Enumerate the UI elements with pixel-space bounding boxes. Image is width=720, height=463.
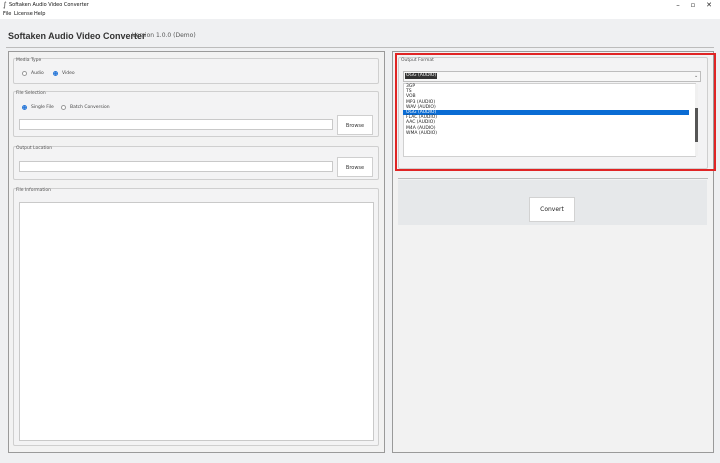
app-title: Softaken Audio Video Converter <box>8 31 146 41</box>
radio-batch-conversion-label: Batch Conversion <box>70 105 110 110</box>
restore-button[interactable]: ▫ <box>686 0 700 10</box>
file-selection-label: File Selection <box>16 91 46 96</box>
radio-batch-conversion[interactable] <box>61 105 66 110</box>
menu-license[interactable]: License <box>14 10 33 19</box>
app-logo-icon: ∫ <box>3 1 7 9</box>
radio-single-file[interactable] <box>22 105 27 110</box>
radio-single-file-label: Single File <box>31 105 54 110</box>
radio-video[interactable] <box>53 71 58 76</box>
file-information-textarea <box>19 202 374 441</box>
menu-help[interactable]: Help <box>34 10 45 19</box>
window-title: Softaken Audio Video Converter <box>9 2 89 8</box>
file-path-input[interactable] <box>19 119 333 130</box>
output-location-label: Output Location <box>16 146 53 151</box>
annotation-highlight-box <box>395 53 716 171</box>
convert-divider <box>398 178 708 179</box>
file-information-label: File Information <box>16 188 52 193</box>
browse-output-button[interactable]: Browse <box>337 157 373 177</box>
media-type-label: Media Type <box>16 58 42 63</box>
browse-file-button[interactable]: Browse <box>337 115 373 135</box>
minimize-button[interactable]: – <box>671 0 685 10</box>
output-path-input[interactable] <box>19 161 333 172</box>
radio-video-label: Video <box>62 71 75 76</box>
radio-audio[interactable] <box>22 71 27 76</box>
menu-bar: File License Help <box>0 10 720 19</box>
app-version: Version 1.0.0 (Demo) <box>132 32 196 39</box>
header-divider <box>6 47 714 48</box>
convert-button[interactable]: Convert <box>529 197 575 222</box>
close-button[interactable]: ✕ <box>702 0 716 10</box>
menu-file[interactable]: File <box>3 10 11 19</box>
radio-audio-label: Audio <box>31 71 44 76</box>
file-selection-group <box>13 91 379 137</box>
title-bar: ∫ Softaken Audio Video Converter – ▫ ✕ <box>0 0 720 10</box>
